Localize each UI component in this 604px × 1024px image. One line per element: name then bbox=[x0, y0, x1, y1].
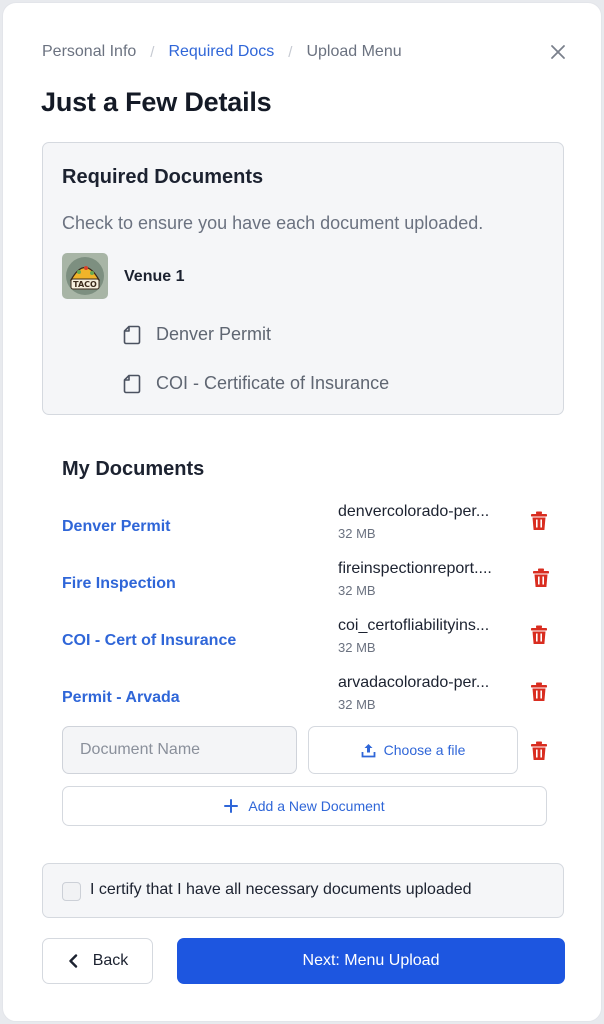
choose-file-label: Choose a file bbox=[383, 742, 466, 758]
venue-name: Venue 1 bbox=[124, 268, 185, 285]
document-row: Permit - Arvada arvadacolorado-per... 32… bbox=[62, 674, 562, 730]
document-file-name: arvadacolorado-per... bbox=[338, 674, 490, 691]
certify-label[interactable]: I certify that I have all necessary docu… bbox=[90, 881, 472, 899]
document-file-name: fireinspectionreport.... bbox=[338, 560, 492, 577]
breadcrumb-upload-menu[interactable]: Upload Menu bbox=[306, 43, 401, 61]
details-card: Personal Info / Required Docs / Upload M… bbox=[2, 2, 602, 1022]
document-name-input[interactable] bbox=[62, 726, 297, 774]
breadcrumb-required-docs[interactable]: Required Docs bbox=[168, 43, 274, 61]
certify-panel: I certify that I have all necessary docu… bbox=[42, 863, 564, 918]
document-icon bbox=[123, 325, 141, 344]
document-name-link[interactable]: Fire Inspection bbox=[62, 575, 176, 593]
required-doc-label: Denver Permit bbox=[156, 324, 272, 344]
choose-file-button[interactable]: Choose a file bbox=[308, 726, 518, 774]
add-document-button[interactable]: Add a New Document bbox=[62, 786, 547, 826]
trash-icon[interactable] bbox=[530, 682, 548, 702]
document-file-size: 32 MB bbox=[338, 526, 376, 541]
breadcrumb-separator: / bbox=[150, 43, 155, 61]
certify-checkbox[interactable] bbox=[62, 882, 81, 901]
trash-icon[interactable] bbox=[530, 741, 548, 761]
required-documents-description: Check to ensure you have each document u… bbox=[62, 213, 484, 233]
venue-logo-text: TACO bbox=[73, 280, 97, 289]
upload-icon bbox=[361, 743, 376, 757]
venue-logo: TACO bbox=[62, 253, 108, 299]
required-doc-item: COI - Certificate of Insurance bbox=[123, 373, 389, 394]
document-row: Denver Permit denvercolorado-per... 32 M… bbox=[62, 503, 562, 559]
my-documents-title: My Documents bbox=[62, 458, 205, 480]
trash-icon[interactable] bbox=[532, 568, 550, 588]
document-file-size: 32 MB bbox=[338, 583, 376, 598]
breadcrumb-separator: / bbox=[288, 43, 293, 61]
required-documents-panel: Required Documents Check to ensure you h… bbox=[42, 142, 564, 415]
document-file-name: coi_certofliabilityins... bbox=[338, 617, 490, 634]
document-file-size: 32 MB bbox=[338, 640, 376, 655]
breadcrumb: Personal Info / Required Docs / Upload M… bbox=[42, 43, 402, 61]
trash-icon[interactable] bbox=[530, 511, 548, 531]
document-name-link[interactable]: COI - Cert of Insurance bbox=[62, 632, 236, 650]
document-file-size: 32 MB bbox=[338, 697, 376, 712]
document-icon bbox=[123, 374, 141, 393]
plus-icon bbox=[224, 799, 239, 813]
page-title: Just a Few Details bbox=[41, 87, 272, 117]
back-button[interactable]: Back bbox=[42, 938, 153, 984]
close-icon[interactable] bbox=[548, 42, 568, 62]
document-file-name: denvercolorado-per... bbox=[338, 503, 490, 520]
next-label: Next: Menu Upload bbox=[302, 952, 440, 969]
document-name-link[interactable]: Denver Permit bbox=[62, 518, 171, 536]
add-document-label: Add a New Document bbox=[248, 798, 385, 814]
trash-icon[interactable] bbox=[530, 625, 548, 645]
document-row: COI - Cert of Insurance coi_certofliabil… bbox=[62, 617, 562, 673]
required-doc-item: Denver Permit bbox=[123, 324, 271, 345]
required-doc-label: COI - Certificate of Insurance bbox=[156, 373, 390, 393]
document-row: Fire Inspection fireinspectionreport....… bbox=[62, 560, 562, 616]
document-name-link[interactable]: Permit - Arvada bbox=[62, 689, 180, 707]
back-label: Back bbox=[92, 952, 129, 969]
breadcrumb-personal-info[interactable]: Personal Info bbox=[42, 43, 136, 61]
next-menu-upload-button[interactable]: Next: Menu Upload bbox=[177, 938, 565, 984]
chevron-left-icon bbox=[69, 954, 77, 968]
required-documents-title: Required Documents bbox=[62, 166, 264, 188]
